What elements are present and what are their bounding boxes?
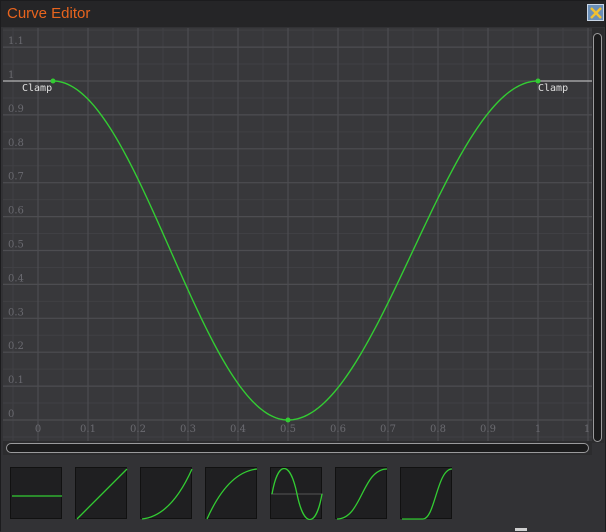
- close-button[interactable]: [587, 4, 604, 21]
- y-axis-label: 0.5: [8, 240, 24, 251]
- title-bar[interactable]: Curve Editor: [1, 1, 605, 27]
- flat-line-icon: [12, 495, 62, 497]
- x-axis-label: 1: [584, 424, 590, 435]
- y-axis-label: 0.9: [8, 104, 24, 115]
- ease-in-out-preset-button[interactable]: [335, 467, 388, 520]
- close-icon: [590, 7, 602, 19]
- x-axis-label: 0.8: [430, 424, 446, 435]
- y-axis-label: 0.2: [8, 341, 24, 352]
- keyframe-label: Clamp: [22, 83, 52, 94]
- steep-s-curve-icon: [402, 468, 453, 520]
- y-axis-label: 0: [8, 409, 14, 420]
- window-title: Curve Editor: [7, 5, 91, 22]
- y-axis-label: 0.4: [8, 273, 24, 284]
- x-axis-label: 0.6: [330, 424, 346, 435]
- curve-graph-canvas[interactable]: 0 0.1 0.2 0.3 0.4 0.5 0.6 0.7 0.8 0.9 1 1.1 0 0.1 0.2 0…: [3, 28, 592, 441]
- linear-preset-button[interactable]: [75, 467, 128, 520]
- y-axis-label: 0.7: [8, 172, 24, 183]
- ease-in-preset-button[interactable]: [140, 467, 193, 520]
- sine-preset-button[interactable]: [270, 467, 323, 520]
- ease-out-curve-icon: [206, 468, 258, 520]
- y-axis-label: 0.1: [8, 375, 24, 386]
- preset-curve-bar: [1, 457, 605, 532]
- keyframe-point[interactable]: [285, 417, 291, 423]
- vertical-scrollbar-thumb[interactable]: [593, 33, 602, 442]
- x-axis-label: 0.2: [130, 424, 146, 435]
- y-axis-label: 0.8: [8, 138, 24, 149]
- y-axis-label: 0.3: [8, 307, 24, 318]
- ease-in-curve-icon: [141, 468, 193, 520]
- y-axis-label: 1.1: [8, 36, 24, 47]
- x-axis-label: 0.4: [230, 424, 246, 435]
- horizontal-scrollbar-thumb[interactable]: [6, 443, 589, 453]
- y-axis-label: 1: [8, 70, 14, 81]
- steep-ease-in-out-preset-button[interactable]: [400, 467, 453, 520]
- curve-graph[interactable]: 0 0.1 0.2 0.3 0.4 0.5 0.6 0.7 0.8 0.9 1 1.1 0 0.1 0.2 0…: [3, 28, 592, 441]
- y-axis-label: 0.6: [8, 206, 24, 217]
- x-axis-label: 0.7: [380, 424, 396, 435]
- x-axis-label: 0: [35, 424, 41, 435]
- horizontal-scrollbar[interactable]: [3, 441, 592, 455]
- s-curve-icon: [336, 468, 388, 520]
- vertical-scrollbar[interactable]: [592, 28, 604, 443]
- constant-preset-button[interactable]: [10, 467, 62, 519]
- x-axis-label: 0.9: [480, 424, 496, 435]
- keyframe-label: Clamp: [538, 83, 568, 94]
- x-axis-label: 0.3: [180, 424, 196, 435]
- diagonal-line-icon: [76, 468, 128, 520]
- x-axis-label: 0.1: [80, 424, 96, 435]
- ease-out-preset-button[interactable]: [205, 467, 258, 520]
- x-axis-label: 0.5: [280, 424, 296, 435]
- sine-wave-icon: [271, 468, 323, 520]
- curve-editor-window: Curve Editor 0 0.1 0.2 0.3 0.4 0.5 0.6 0.7 0.8 0.…: [0, 0, 606, 532]
- x-axis-label: 1: [535, 424, 541, 435]
